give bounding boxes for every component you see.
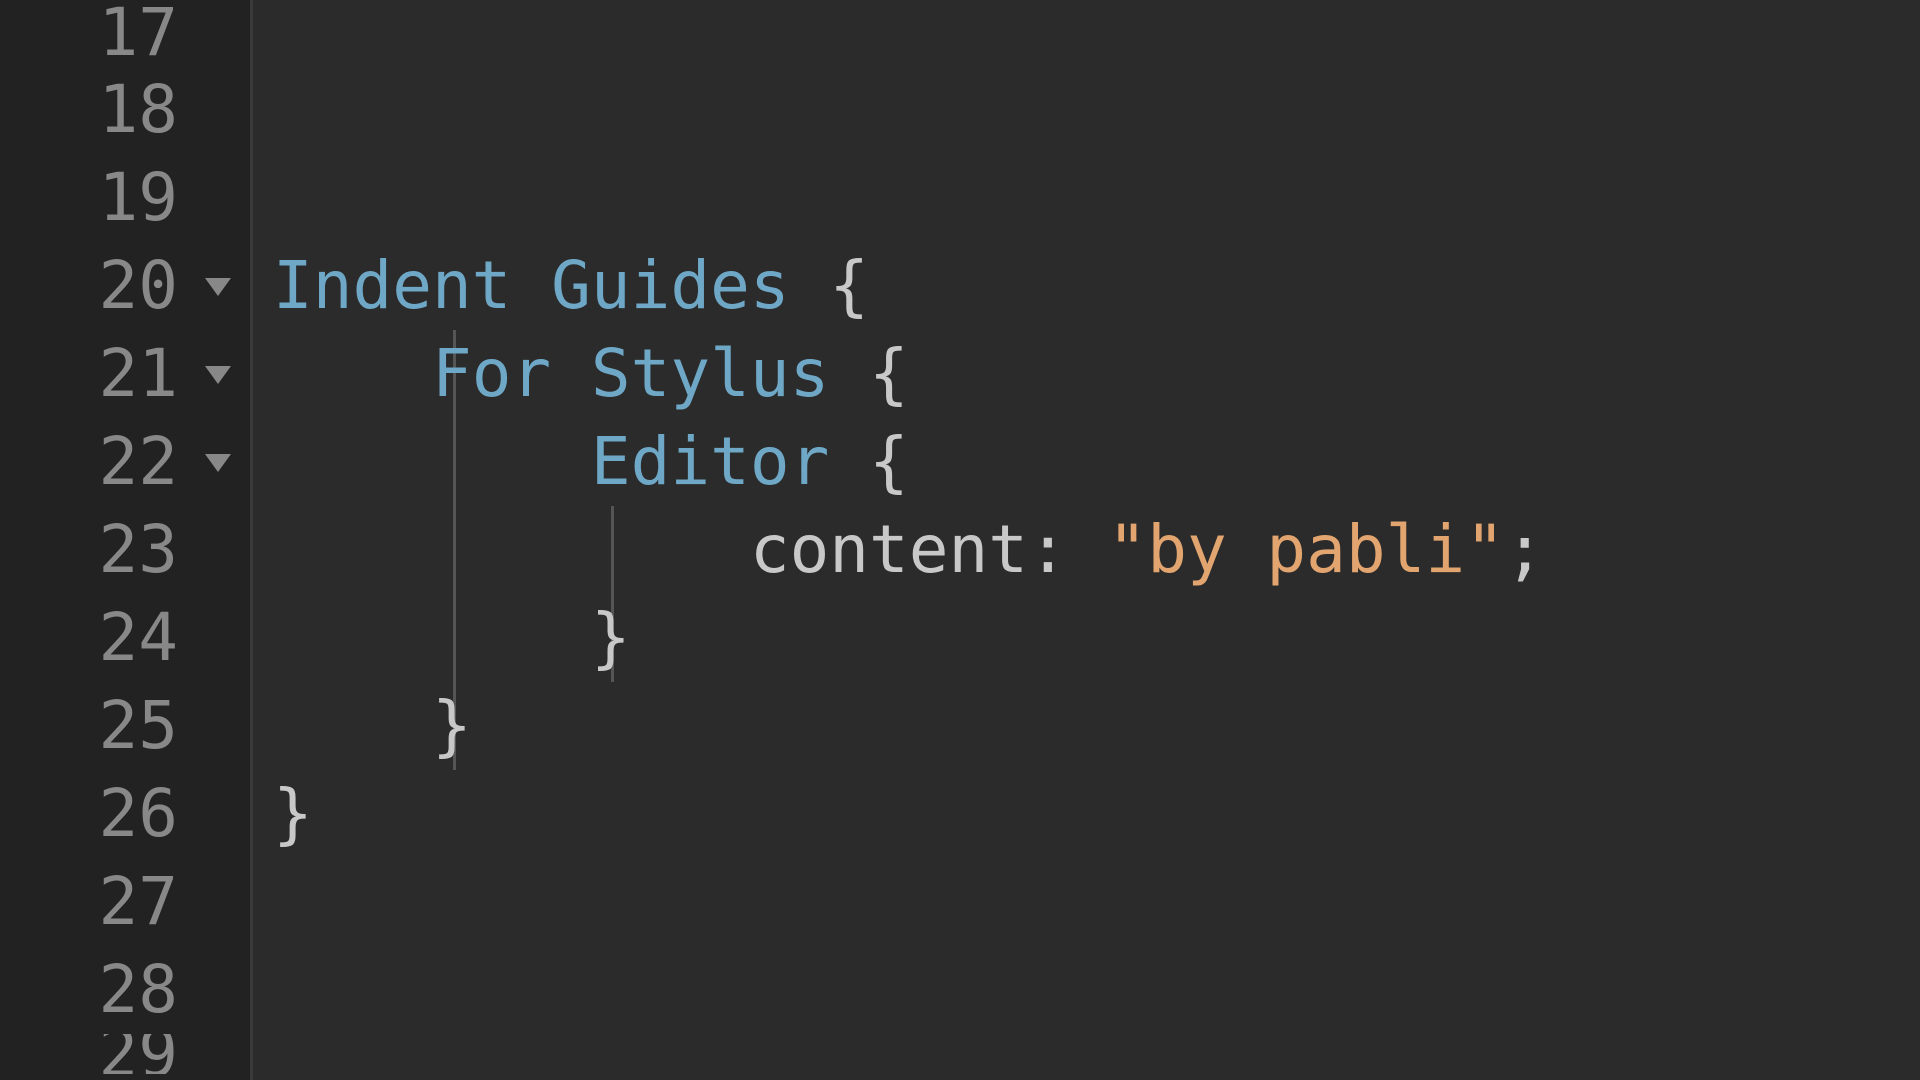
code-token: content xyxy=(750,511,1028,588)
code-area[interactable]: Indent Guides { For Stylus { Editor { co… xyxy=(250,0,1920,1080)
fold-toggle-slot xyxy=(198,530,238,570)
gutter-row: 21 xyxy=(0,330,250,418)
code-line[interactable] xyxy=(253,154,1920,242)
code-line-content: } xyxy=(253,599,631,676)
gutter-row: 20 xyxy=(0,242,250,330)
gutter-row: 28 xyxy=(0,946,250,1034)
line-number: 28 xyxy=(58,946,178,1034)
fold-toggle-slot xyxy=(198,13,238,53)
code-line[interactable] xyxy=(253,0,1920,66)
gutter-row: 25 xyxy=(0,682,250,770)
code-line-content: content: "by pabli"; xyxy=(253,511,1545,588)
line-number: 27 xyxy=(58,858,178,946)
code-token: { xyxy=(829,247,869,324)
code-token: } xyxy=(273,775,313,852)
line-number: 25 xyxy=(58,682,178,770)
fold-toggle-icon[interactable] xyxy=(198,354,238,394)
fold-toggle-slot xyxy=(198,882,238,922)
code-token: Editor xyxy=(591,423,869,500)
code-line-content: Indent Guides { xyxy=(253,247,869,324)
code-token: { xyxy=(869,423,909,500)
code-token xyxy=(273,599,591,676)
code-line-content xyxy=(253,951,273,1028)
code-token: } xyxy=(591,599,631,676)
fold-toggle-slot xyxy=(198,178,238,218)
code-line[interactable] xyxy=(253,858,1920,946)
gutter-row: 29 xyxy=(0,1034,250,1074)
code-line-content xyxy=(253,1039,273,1074)
line-number: 23 xyxy=(58,506,178,594)
line-number: 26 xyxy=(58,770,178,858)
line-number: 18 xyxy=(58,66,178,154)
code-line-content: For Stylus { xyxy=(253,335,909,412)
code-token: "by pabli" xyxy=(1107,511,1504,588)
line-number: 29 xyxy=(58,1034,178,1074)
line-number: 22 xyxy=(58,418,178,506)
line-number: 20 xyxy=(58,242,178,330)
line-number: 17 xyxy=(58,0,178,66)
gutter-row: 24 xyxy=(0,594,250,682)
code-line[interactable] xyxy=(253,1034,1920,1074)
line-number: 19 xyxy=(58,154,178,242)
code-token: Indent Guides xyxy=(273,247,829,324)
gutter-row: 27 xyxy=(0,858,250,946)
code-line[interactable]: Indent Guides { xyxy=(253,242,1920,330)
fold-toggle-slot xyxy=(198,618,238,658)
code-token: ; xyxy=(1505,511,1545,588)
gutter-row: 17 xyxy=(0,0,250,66)
fold-toggle-slot xyxy=(198,90,238,130)
code-line[interactable] xyxy=(253,946,1920,1034)
code-line-content xyxy=(253,159,273,236)
code-token xyxy=(273,687,432,764)
line-number: 24 xyxy=(58,594,178,682)
fold-toggle-slot xyxy=(198,1034,238,1074)
gutter-row: 22 xyxy=(0,418,250,506)
code-line[interactable]: content: "by pabli"; xyxy=(253,506,1920,594)
fold-toggle-icon[interactable] xyxy=(198,442,238,482)
code-token xyxy=(273,511,750,588)
code-line-content xyxy=(253,71,273,148)
code-line[interactable]: } xyxy=(253,682,1920,770)
code-line[interactable]: } xyxy=(253,594,1920,682)
fold-toggle-slot xyxy=(198,794,238,834)
code-line-content: } xyxy=(253,687,472,764)
line-number: 21 xyxy=(58,330,178,418)
gutter-row: 23 xyxy=(0,506,250,594)
code-line-content: Editor { xyxy=(253,423,909,500)
code-token: { xyxy=(869,335,909,412)
code-line[interactable]: } xyxy=(253,770,1920,858)
code-token xyxy=(273,335,432,412)
code-line-content: } xyxy=(253,775,313,852)
gutter-row: 19 xyxy=(0,154,250,242)
fold-toggle-slot xyxy=(198,970,238,1010)
gutter-row: 18 xyxy=(0,66,250,154)
code-editor: 17181920212223242526272829 Indent Guides… xyxy=(0,0,1920,1080)
code-token xyxy=(273,423,591,500)
code-line-content xyxy=(253,0,273,71)
code-token: : xyxy=(1028,511,1107,588)
gutter-row: 26 xyxy=(0,770,250,858)
gutter: 17181920212223242526272829 xyxy=(0,0,250,1080)
code-line[interactable]: For Stylus { xyxy=(253,330,1920,418)
fold-toggle-icon[interactable] xyxy=(198,266,238,306)
code-token: } xyxy=(432,687,472,764)
code-token: For Stylus xyxy=(432,335,869,412)
code-line[interactable] xyxy=(253,66,1920,154)
code-line-content xyxy=(253,863,273,940)
fold-toggle-slot xyxy=(198,706,238,746)
code-line[interactable]: Editor { xyxy=(253,418,1920,506)
